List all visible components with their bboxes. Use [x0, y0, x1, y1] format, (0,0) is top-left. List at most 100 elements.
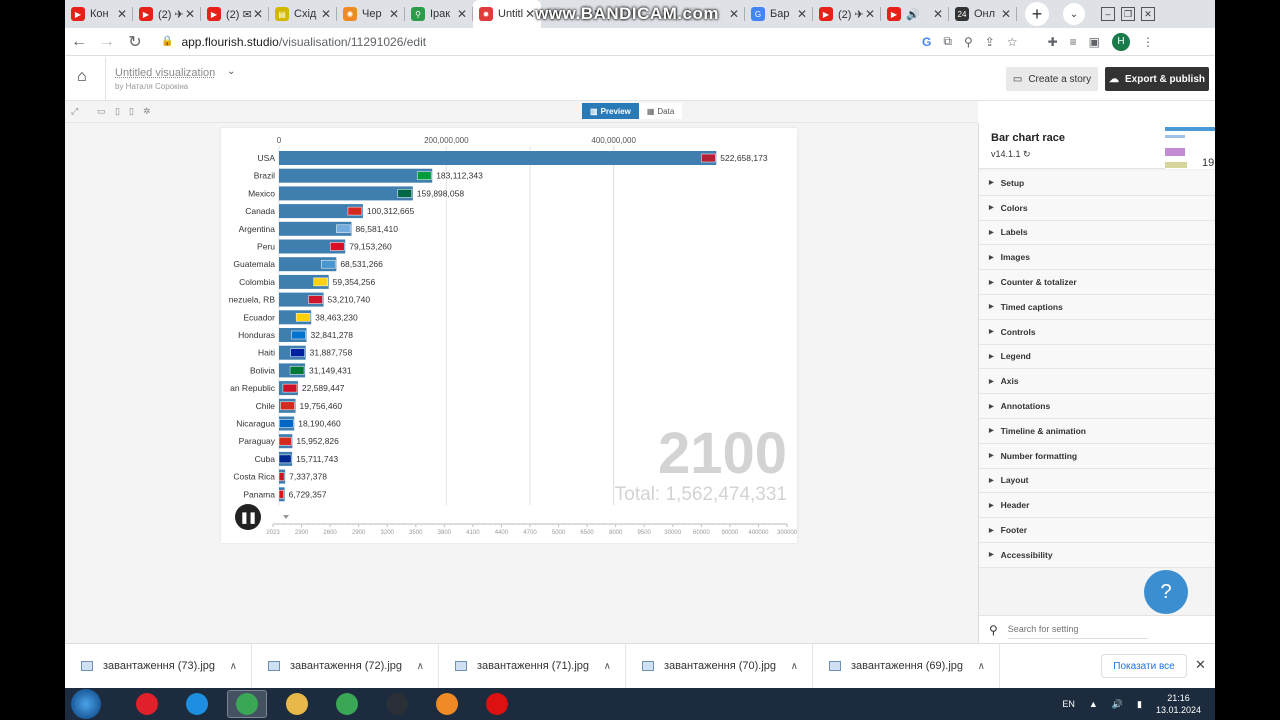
browser-tab[interactable]: ✺ Чер ✕ [337, 0, 405, 28]
browser-tab[interactable]: ▶ (2) ✈ ✕ [813, 0, 881, 28]
mobile-view-icon[interactable]: ▯ [129, 106, 134, 117]
maximize-icon[interactable]: ❐ [1121, 7, 1135, 21]
help-button[interactable]: ? [1144, 570, 1188, 614]
chevron-up-icon[interactable]: ∧ [978, 661, 985, 672]
tab-data[interactable]: ▦ Data [638, 103, 683, 119]
reading-list-icon[interactable]: ≡ [1070, 35, 1077, 49]
taskbar-app-vlc[interactable] [427, 690, 467, 718]
chevron-up-icon[interactable]: ∧ [604, 661, 611, 672]
taskbar-app-bandicam[interactable] [477, 690, 517, 718]
tab-close-icon[interactable]: ✕ [865, 7, 875, 21]
browser-tab[interactable]: ▶ 🔊 ✕ [881, 0, 949, 28]
settings-section[interactable]: ▶ Timeline & animation [979, 418, 1215, 444]
address-bar[interactable]: 🔒 app.flourish.studio/visualisation/1129… [155, 30, 1160, 54]
clock[interactable]: 21:16 13.01.2024 [1156, 692, 1201, 716]
new-tab-button[interactable]: + [1025, 2, 1049, 26]
taskbar-app-mouse[interactable] [377, 690, 417, 718]
taskbar-app-explorer[interactable] [277, 690, 317, 718]
settings-section[interactable]: ▶ Axis [979, 369, 1215, 395]
download-item[interactable]: завантаження (71).jpg ∧ [439, 643, 626, 689]
reload-icon[interactable]: ↻ [121, 32, 149, 52]
settings-section[interactable]: ▶ Legend [979, 344, 1215, 370]
chevron-up-icon[interactable]: ∧ [791, 661, 798, 672]
tab-close-icon[interactable]: ✕ [389, 7, 399, 21]
chevron-down-icon[interactable]: ⌄ [227, 66, 235, 77]
share-icon[interactable]: ⇪ [985, 35, 995, 49]
extensions-icon[interactable]: ✚ [1048, 35, 1058, 49]
browser-tab[interactable]: ✹ Untitl ✕ [473, 0, 541, 28]
download-item[interactable]: завантаження (70).jpg ∧ [626, 643, 813, 689]
settings-section[interactable]: ▶ Counter & totalizer [979, 270, 1215, 295]
side-panel-icon[interactable]: ▣ [1089, 35, 1100, 49]
settings-section[interactable]: ▶ Annotations [979, 394, 1215, 419]
volume-icon[interactable]: 🔊 [1112, 699, 1123, 710]
browser-tab[interactable]: G Бар ✕ [745, 0, 813, 28]
taskbar-app-opera[interactable] [127, 690, 167, 718]
tab-close-icon[interactable]: ✕ [525, 7, 535, 21]
template-version[interactable]: v14.1.1 ↻ [991, 149, 1031, 160]
settings-section[interactable]: ▶ Accessibility [979, 542, 1215, 568]
browser-menu-icon[interactable]: ⋮ [1142, 35, 1154, 49]
zoom-icon[interactable]: ⚲ [964, 35, 973, 49]
search-setting-input[interactable] [1007, 620, 1148, 639]
start-button[interactable] [71, 689, 101, 719]
tab-close-icon[interactable]: ✕ [185, 7, 195, 21]
browser-tab[interactable]: ▶ (2) ✉ ✕ [201, 0, 269, 28]
tab-close-icon[interactable]: ✕ [797, 7, 807, 21]
settings-section[interactable]: ▶ Number formatting [979, 443, 1215, 469]
chevron-up-icon[interactable]: ∧ [230, 661, 237, 672]
tab-search-button[interactable]: ⌄ [1063, 3, 1085, 25]
home-icon[interactable]: ⌂ [77, 68, 87, 86]
settings-section[interactable]: ▶ Layout [979, 468, 1215, 494]
forward-icon[interactable]: → [93, 33, 121, 51]
settings-section[interactable]: ▶ Controls [979, 319, 1215, 345]
taskbar-app-chrome2[interactable] [327, 690, 367, 718]
bookmark-star-icon[interactable]: ☆ [1007, 35, 1018, 49]
browser-tab[interactable]: ▶ (2) ✈ ✕ [133, 0, 201, 28]
browser-tab[interactable]: ⚲ Ірак ✕ [405, 0, 473, 28]
export-publish-button[interactable]: ☁ Export & publish [1105, 67, 1209, 91]
network-icon[interactable]: ▮ [1137, 699, 1142, 710]
download-item[interactable]: завантаження (69).jpg ∧ [813, 643, 1000, 689]
settings-section[interactable]: ▶ Footer [979, 518, 1215, 543]
visualization-title[interactable]: Untitled visualization [115, 67, 215, 79]
back-icon[interactable]: ← [65, 33, 93, 51]
settings-section[interactable]: ▶ Timed captions [979, 294, 1215, 320]
fullscreen-icon[interactable]: ⤢ [71, 106, 78, 117]
taskbar-app-ie[interactable] [177, 690, 217, 718]
create-story-button[interactable]: ▭ Create a story [1006, 67, 1098, 91]
settings-section[interactable]: ▶ Colors [979, 195, 1215, 221]
tab-preview[interactable]: ▥ Preview [582, 103, 639, 119]
desktop-view-icon[interactable]: ▭ [97, 106, 106, 117]
translate-icon[interactable]: ⧉ [943, 34, 952, 49]
pause-button[interactable]: ❚❚ [235, 504, 261, 530]
settings-section[interactable]: ▶ Setup [979, 171, 1215, 196]
download-item[interactable]: завантаження (72).jpg ∧ [252, 643, 439, 689]
tab-close-icon[interactable]: ✕ [729, 7, 739, 21]
language-indicator[interactable]: EN [1062, 699, 1075, 709]
google-lens-icon[interactable]: G [922, 35, 931, 49]
browser-tab[interactable]: ▶ Кон ✕ [65, 0, 133, 28]
settings-section[interactable]: ▶ Images [979, 245, 1215, 271]
tab-close-icon[interactable]: ✕ [457, 7, 467, 21]
close-window-icon[interactable]: ✕ [1141, 7, 1155, 21]
tab-close-icon[interactable]: ✕ [117, 7, 127, 21]
settings-section[interactable]: ▶ Labels [979, 220, 1215, 246]
taskbar-app-chrome[interactable] [227, 690, 267, 718]
tab-close-icon[interactable]: ✕ [253, 7, 263, 21]
refresh-icon[interactable]: ↻ [1023, 149, 1031, 159]
chevron-up-icon[interactable]: ∧ [417, 661, 424, 672]
close-icon[interactable]: ✕ [1195, 657, 1206, 673]
download-item[interactable]: завантаження (73).jpg ∧ [65, 643, 252, 689]
browser-tab[interactable]: 24 Онл ✕ [949, 0, 1017, 28]
show-all-button[interactable]: Показати все [1101, 654, 1187, 678]
template-thumbnail[interactable]: 19 [1165, 125, 1215, 169]
tab-close-icon[interactable]: ✕ [321, 7, 331, 21]
profile-avatar[interactable]: H [1112, 32, 1130, 51]
settings-section[interactable]: ▶ Header [979, 493, 1215, 519]
tab-close-icon[interactable]: ✕ [933, 7, 943, 21]
tray-arrow-icon[interactable]: ▲ [1089, 699, 1098, 709]
tab-close-icon[interactable]: ✕ [1001, 7, 1011, 21]
browser-tab[interactable]: ▤ Схід ✕ [269, 0, 337, 28]
tablet-view-icon[interactable]: ▯ [115, 106, 120, 117]
